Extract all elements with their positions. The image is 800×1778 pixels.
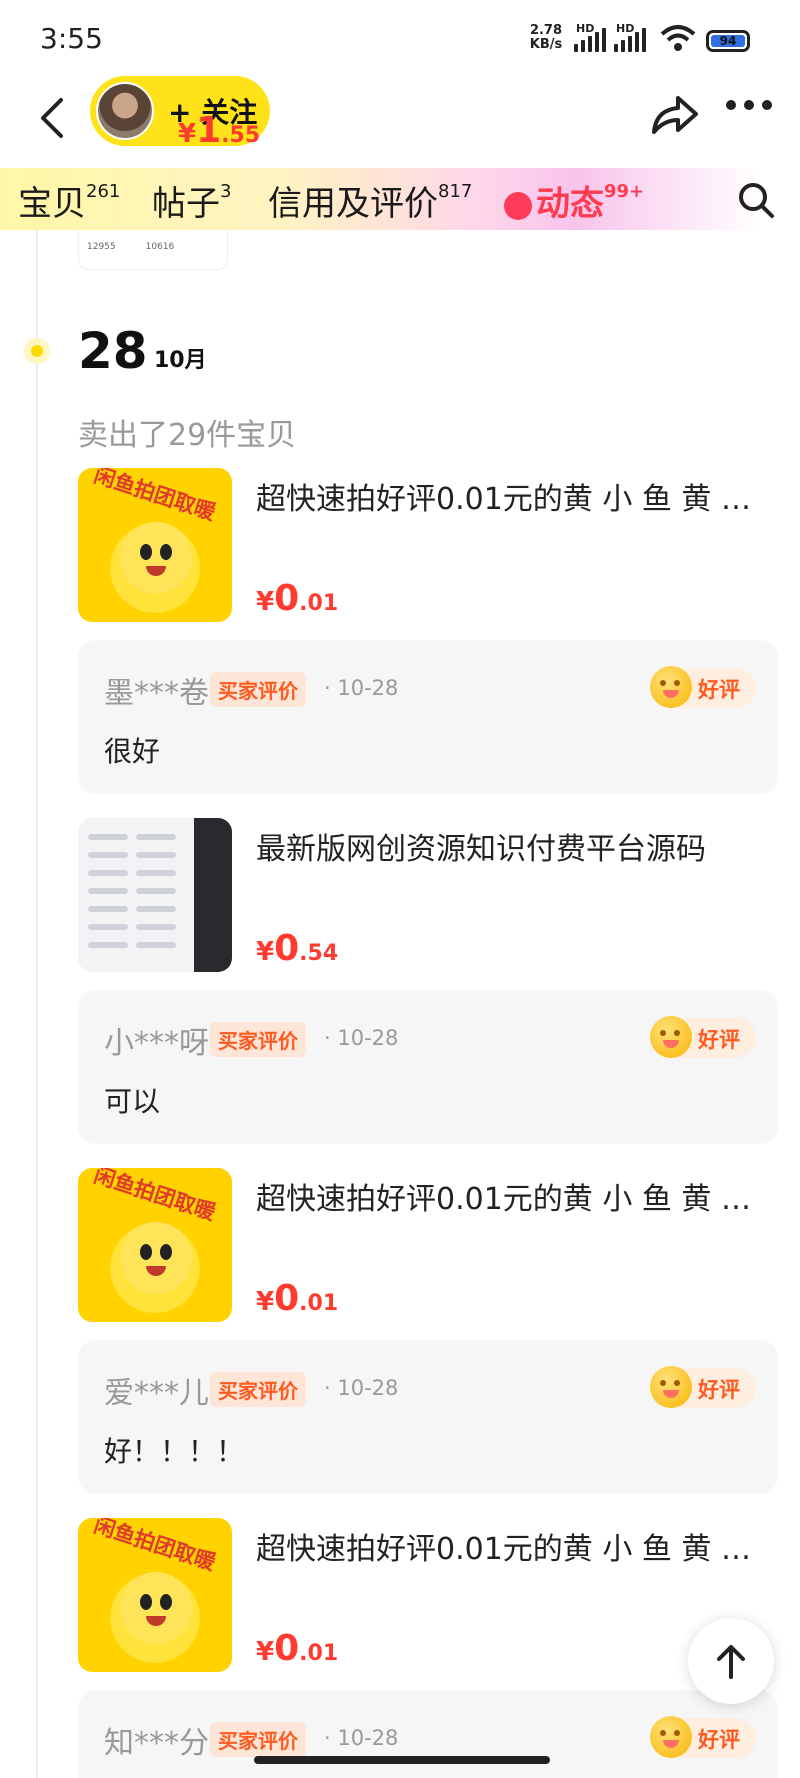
review-card: 爱***儿 买家评价 · 10-28 好评 好！！！！: [78, 1340, 778, 1494]
search-icon[interactable]: [736, 180, 776, 220]
avatar[interactable]: [96, 82, 154, 140]
signal-icon-2: [614, 28, 646, 52]
dot: [762, 100, 772, 110]
list-item[interactable]: 闲鱼拍团取暖 超快速拍好评0.01元的黄 小 鱼 黄 鱼 ... ¥0.01: [78, 468, 778, 628]
item-price: ¥0.01: [256, 1628, 339, 1669]
timeline-line: [36, 230, 38, 1778]
item-price: ¥0.54: [256, 928, 339, 969]
review-text: 很好: [104, 735, 161, 768]
battery-icon: 94: [706, 30, 750, 52]
arrow-up-icon: [717, 1645, 745, 1679]
list-item[interactable]: 闲鱼拍团取暖 超快速拍好评0.01元的黄 小 鱼 黄 鱼 ... ¥0.01: [78, 1518, 778, 1678]
rating-badge: 好评: [650, 1016, 756, 1058]
item-thumbnail[interactable]: 闲鱼拍团取暖: [78, 1518, 232, 1672]
heart-icon: [504, 191, 532, 220]
item-price: ¥0.01: [256, 1278, 339, 1319]
item-thumbnail[interactable]: 闲鱼拍团取暖: [78, 468, 232, 622]
back-icon: [41, 98, 63, 138]
dot: [726, 100, 736, 110]
item-title[interactable]: 超快速拍好评0.01元的黄 小 鱼 黄 鱼 ...: [256, 474, 778, 518]
smile-emoji-icon: [650, 1366, 692, 1408]
buyer-review-badge: 买家评价: [210, 1722, 306, 1757]
review-date: · 10-28: [324, 1726, 399, 1750]
wifi-icon: [660, 25, 696, 51]
reviewer-name: 爱***儿: [104, 1376, 209, 1411]
item-title[interactable]: 最新版网创资源知识付费平台源码: [256, 824, 778, 868]
review-card: 墨***卷 买家评价 · 10-28 好评 很好: [78, 640, 778, 794]
review-card: 知***分 买家评价 · 10-28 好评: [78, 1690, 778, 1778]
previous-item-price: ¥1.55: [178, 110, 261, 151]
review-text: 好！！！！: [104, 1435, 245, 1468]
reviewer-name: 小***呀: [104, 1026, 209, 1061]
status-bar: 3:55 2.78 KB/s HD HD 94: [0, 0, 800, 74]
review-date: · 10-28: [324, 1026, 399, 1050]
item-title[interactable]: 超快速拍好评0.01元的黄 小 鱼 黄 鱼 ...: [256, 1174, 778, 1218]
clock: 3:55: [40, 22, 103, 55]
dot: [744, 100, 754, 110]
item-thumbnail[interactable]: 闲鱼拍团取暖: [78, 1168, 232, 1322]
buyer-review-badge: 买家评价: [210, 1372, 306, 1407]
previous-item-thumbnail[interactable]: 12955 10616: [78, 230, 228, 270]
tab-dynamic[interactable]: 动态99+: [504, 176, 644, 225]
date-month: 10月: [154, 348, 207, 373]
review-card: 小***呀 买家评价 · 10-28 好评 可以: [78, 990, 778, 1144]
smile-emoji-icon: [650, 666, 692, 708]
mascot-icon: [120, 1572, 192, 1644]
tab-credit-reviews[interactable]: 信用及评价817: [268, 176, 472, 225]
mascot-icon: [120, 1222, 192, 1294]
list-item[interactable]: 最新版网创资源知识付费平台源码 ¥0.54: [78, 818, 778, 978]
tab-bar: 宝贝261 帖子3 信用及评价817 动态99+: [0, 168, 800, 230]
more-button[interactable]: [726, 100, 772, 110]
buyer-review-badge: 买家评价: [210, 672, 306, 707]
rating-badge: 好评: [650, 1716, 756, 1758]
buyer-review-badge: 买家评价: [210, 1022, 306, 1057]
net-speed: 2.78 KB/s: [529, 23, 563, 52]
review-text: 可以: [104, 1085, 161, 1118]
date-day: 28: [78, 322, 148, 380]
rating-badge: 好评: [650, 666, 756, 708]
back-button[interactable]: [26, 88, 76, 148]
review-date: · 10-28: [324, 1376, 399, 1400]
top-nav: + 关注: [0, 70, 800, 170]
timeline-dot: [24, 338, 50, 364]
item-thumbnail[interactable]: [78, 818, 232, 972]
rating-badge: 好评: [650, 1366, 756, 1408]
item-price: ¥0.01: [256, 578, 339, 619]
share-icon[interactable]: [646, 86, 702, 142]
sold-summary: 卖出了29件宝贝: [78, 418, 297, 453]
list-item[interactable]: 闲鱼拍团取暖 超快速拍好评0.01元的黄 小 鱼 黄 鱼 ... ¥0.01: [78, 1168, 778, 1328]
review-date: · 10-28: [324, 676, 399, 700]
smile-emoji-icon: [650, 1716, 692, 1758]
reviewer-name: 墨***卷: [104, 676, 209, 711]
home-indicator[interactable]: [254, 1756, 550, 1764]
signal-icon: [574, 28, 606, 52]
item-title[interactable]: 超快速拍好评0.01元的黄 小 鱼 黄 鱼 ...: [256, 1524, 778, 1568]
smile-emoji-icon: [650, 1016, 692, 1058]
mascot-icon: [120, 522, 192, 594]
tab-posts[interactable]: 帖子3: [152, 176, 231, 225]
tab-items[interactable]: 宝贝261: [18, 176, 120, 225]
reviewer-name: 知***分: [104, 1726, 209, 1761]
back-to-top-button[interactable]: [688, 1618, 774, 1704]
battery-level: 94: [711, 35, 745, 47]
